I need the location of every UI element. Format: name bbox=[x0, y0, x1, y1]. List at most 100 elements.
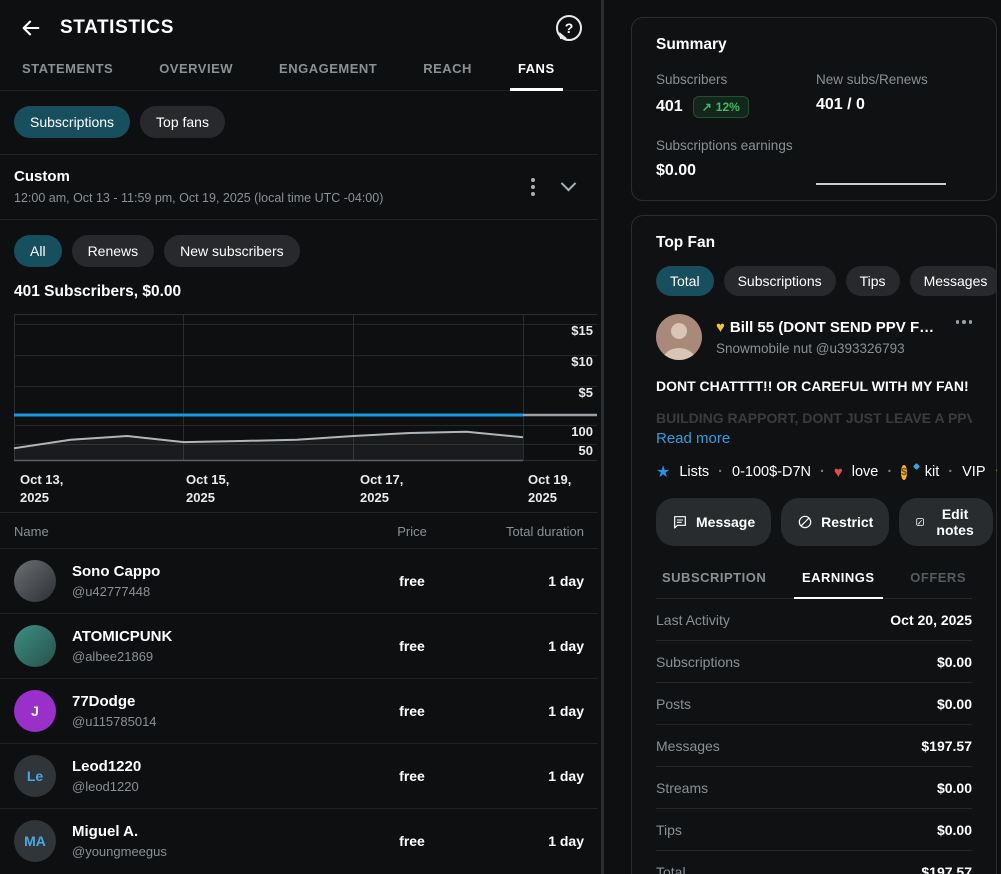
nav-tab[interactable]: ENGAGEMENT bbox=[271, 48, 385, 90]
period-title: Custom bbox=[14, 168, 383, 185]
avatar bbox=[14, 625, 56, 667]
column-duration: Total duration bbox=[472, 524, 584, 539]
fan-price: free bbox=[352, 833, 472, 849]
fan-note-line2: BUILDING RAPPORT, DONT JUST LEAVE A PPV … bbox=[656, 410, 972, 426]
avatar-letters: Le bbox=[27, 768, 43, 784]
nav-tab[interactable]: REACH bbox=[415, 48, 480, 90]
trend-up-icon: ↗ bbox=[702, 100, 712, 114]
money-tick: $5 bbox=[579, 385, 593, 400]
chart-canvas: $15 $10 $5 100 50 bbox=[14, 314, 597, 462]
stat-value: $0.00 bbox=[937, 822, 972, 838]
top-fan-name[interactable]: Bill 55 (DONT SEND PPV FO… bbox=[730, 319, 946, 336]
fan-price: free bbox=[352, 638, 472, 654]
restrict-button[interactable]: Restrict bbox=[781, 498, 889, 546]
stat-label: Last Activity bbox=[656, 612, 730, 628]
top-fan-pill[interactable]: Subscriptions bbox=[724, 266, 836, 296]
list-tag[interactable]: kit bbox=[925, 464, 940, 480]
x-tick: Oct 13, 2025 bbox=[20, 471, 63, 506]
stat-row: Total $197.57 bbox=[656, 851, 972, 874]
stat-value: $0.00 bbox=[937, 654, 972, 670]
top-fan-tab[interactable]: OFFERS bbox=[906, 566, 970, 598]
edit-notes-button[interactable]: Edit notes bbox=[899, 498, 992, 546]
money-tick: $15 bbox=[571, 323, 593, 338]
x-tick: Oct 17, 2025 bbox=[360, 471, 403, 506]
column-price: Price bbox=[352, 524, 472, 539]
chart-x-axis: Oct 13, 2025 Oct 15, 2025 Oct 17, 2025 O… bbox=[14, 467, 597, 512]
yellow-heart-icon: ♥ bbox=[716, 319, 725, 336]
fan-name: 77Dodge bbox=[72, 693, 352, 710]
table-row[interactable]: Sono Cappo @u42777448 free 1 day bbox=[0, 548, 598, 613]
list-tag[interactable]: love bbox=[852, 464, 879, 480]
period-range: 12:00 am, Oct 13 - 11:59 pm, Oct 19, 202… bbox=[14, 191, 383, 205]
new-subs-value: 401 / 0 bbox=[816, 96, 972, 114]
fan-duration: 1 day bbox=[472, 573, 584, 589]
view-pill[interactable]: Subscriptions bbox=[14, 106, 130, 138]
nav-tab[interactable]: STATEMENTS bbox=[14, 48, 121, 90]
table-row[interactable]: MA Miguel A. @youngmeegus free 1 day bbox=[0, 808, 598, 873]
stat-label: Messages bbox=[656, 738, 720, 754]
fan-price: free bbox=[352, 573, 472, 589]
top-fan-pill[interactable]: Tips bbox=[846, 266, 900, 296]
fan-name: ATOMICPUNK bbox=[72, 628, 352, 645]
segment-pill[interactable]: Renews bbox=[72, 235, 155, 267]
stat-label: Total bbox=[656, 864, 686, 874]
subscribers-area bbox=[14, 432, 523, 461]
edit-notes-icon bbox=[915, 514, 925, 530]
chevron-down-icon[interactable] bbox=[561, 176, 577, 192]
more-options-icon[interactable] bbox=[531, 185, 535, 189]
count-tick: 100 bbox=[571, 424, 593, 439]
fan-price: free bbox=[352, 703, 472, 719]
trend-value: 12% bbox=[716, 100, 740, 114]
subscribers-value: 401 bbox=[656, 98, 683, 116]
top-fan-tab[interactable]: EARNINGS bbox=[798, 566, 879, 598]
fan-lists-row: ★ Lists 0-100$-D7N ♥ love $ kit VIP ★ bbox=[656, 462, 972, 482]
stat-label: Streams bbox=[656, 780, 708, 796]
new-subs-label: New subs/Renews bbox=[816, 72, 972, 87]
nav-tab[interactable]: FANS bbox=[510, 48, 563, 90]
list-tag[interactable]: VIP bbox=[962, 464, 985, 480]
subscribers-label: Subscribers bbox=[656, 72, 816, 87]
stat-label: Tips bbox=[656, 822, 682, 838]
lists-label[interactable]: Lists bbox=[679, 464, 709, 480]
fan-duration: 1 day bbox=[472, 638, 584, 654]
nav-tab[interactable]: OVERVIEW bbox=[151, 48, 241, 90]
nav-tabs: STATEMENTS OVERVIEW ENGAGEMENT REACH FAN… bbox=[0, 48, 598, 91]
avatar-letters: J bbox=[31, 703, 39, 719]
table-row[interactable]: ATOMICPUNK @albee21869 free 1 day bbox=[0, 613, 598, 678]
subscribers-heading: 401 Subscribers, $0.00 bbox=[0, 283, 598, 314]
fan-name: Leod1220 bbox=[72, 758, 352, 775]
default-avatar[interactable] bbox=[656, 314, 702, 360]
table-row[interactable]: Le Leod1220 @leod1220 free 1 day bbox=[0, 743, 598, 808]
list-tag[interactable]: 0-100$-D7N bbox=[732, 464, 811, 480]
x-tick: Oct 15, 2025 bbox=[186, 471, 229, 506]
fan-name: Sono Cappo bbox=[72, 563, 352, 580]
fan-price: free bbox=[352, 768, 472, 784]
top-fan-tab[interactable]: SUBSCRIPTION bbox=[658, 566, 770, 598]
more-options-icon[interactable] bbox=[956, 320, 973, 324]
view-pill[interactable]: Top fans bbox=[140, 106, 225, 138]
help-icon[interactable]: ? bbox=[556, 15, 582, 41]
read-more-link[interactable]: Read more bbox=[656, 430, 730, 447]
back-button[interactable] bbox=[18, 15, 44, 41]
top-fan-pill[interactable]: Messages bbox=[910, 266, 997, 296]
separator bbox=[820, 464, 825, 480]
segment-pill[interactable]: New subscribers bbox=[164, 235, 299, 267]
fan-handle: @u115785014 bbox=[72, 714, 352, 729]
stat-row: Streams $0.00 bbox=[656, 767, 972, 809]
stat-value: Oct 20, 2025 bbox=[890, 612, 972, 628]
table-row[interactable]: J 77Dodge @u115785014 free 1 day bbox=[0, 678, 598, 743]
top-fan-pill[interactable]: Total bbox=[656, 266, 714, 296]
stat-value: $197.57 bbox=[921, 864, 972, 874]
period-selector: Custom 12:00 am, Oct 13 - 11:59 pm, Oct … bbox=[0, 155, 598, 219]
segment-pill[interactable]: All bbox=[14, 235, 62, 267]
scrollbar[interactable] bbox=[601, 0, 604, 874]
fan-duration: 1 day bbox=[472, 833, 584, 849]
fan-duration: 1 day bbox=[472, 768, 584, 784]
column-name: Name bbox=[14, 524, 352, 539]
stat-value: $197.57 bbox=[921, 738, 972, 754]
arrow-left-icon bbox=[20, 17, 42, 39]
earnings-value: $0.00 bbox=[656, 162, 816, 180]
stat-row: Tips $0.00 bbox=[656, 809, 972, 851]
message-button[interactable]: Message bbox=[656, 498, 771, 546]
segment-pills: All Renews New subscribers bbox=[0, 220, 598, 283]
